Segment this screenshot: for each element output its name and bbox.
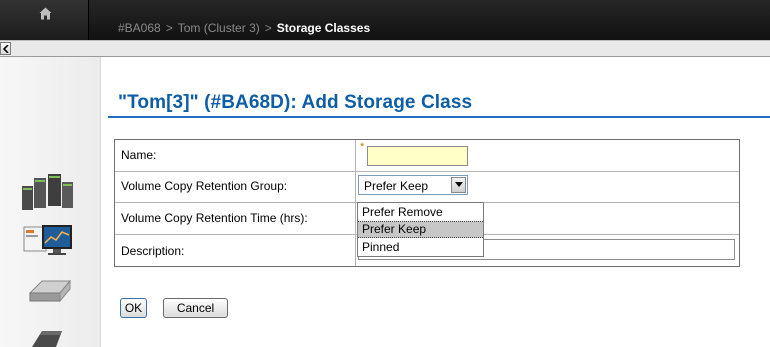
top-navigation-bar: #BA068 > Tom (Cluster 3) > Storage Classes [0,0,770,40]
required-marker: * [360,141,365,153]
breadcrumb-cluster-link[interactable]: Tom (Cluster 3) [178,21,260,35]
storage-drive-icon[interactable] [28,277,72,303]
server-cluster-icon[interactable] [20,172,76,212]
retention-group-selected-value: Prefer Keep [364,179,429,193]
breadcrumb: #BA068 > Tom (Cluster 3) > Storage Classes [118,21,370,35]
sidebar [0,57,101,347]
retention-group-dropdown-list: Prefer Remove Prefer Keep Pinned [357,202,484,257]
dropdown-option-prefer-remove[interactable]: Prefer Remove [358,204,483,221]
title-divider [108,116,770,118]
retention-time-label: Volume Copy Retention Time (hrs): [121,211,308,225]
collapse-arrow-icon [3,45,9,53]
tape-drive-icon[interactable] [30,327,66,347]
breadcrumb-separator: > [264,21,272,35]
dropdown-arrow-button[interactable] [451,177,466,193]
home-button[interactable] [0,0,89,40]
dropdown-option-pinned[interactable]: Pinned [358,239,483,256]
name-label: Name: [121,148,157,162]
breadcrumb-current: Storage Classes [276,21,371,35]
form-row-name: Name: * [115,140,739,172]
name-input[interactable] [367,146,468,166]
retention-group-label: Volume Copy Retention Group: [121,179,288,193]
home-icon [39,7,52,20]
page-title: "Tom[3]" (#BA68D): Add Storage Class [118,92,473,113]
breadcrumb-separator: > [165,21,173,35]
dropdown-arrow-icon [455,182,463,187]
description-label: Description: [121,244,185,258]
toolbar-strip [0,40,770,57]
dropdown-option-prefer-keep[interactable]: Prefer Keep [358,221,483,238]
collapse-sidebar-button[interactable] [0,42,11,55]
monitor-chart-icon[interactable] [22,221,74,261]
form-row-retention-group: Volume Copy Retention Group: Prefer Keep [115,172,739,203]
retention-group-select[interactable]: Prefer Keep [358,175,468,195]
ok-button[interactable]: OK [120,298,147,318]
breadcrumb-system-link[interactable]: #BA068 [118,21,161,35]
cancel-button[interactable]: Cancel [163,298,228,318]
